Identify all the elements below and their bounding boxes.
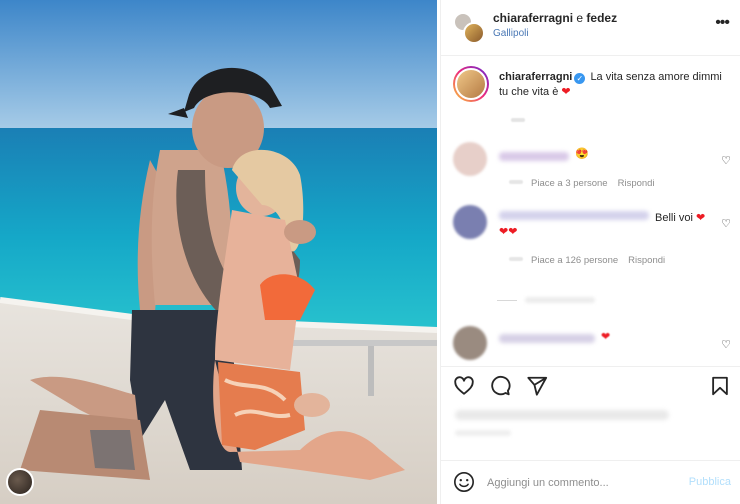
comment-meta: Piace a 3 persone Rispondi bbox=[509, 178, 655, 189]
comment-username-blurred[interactable] bbox=[499, 211, 649, 220]
post-side-panel: chiaraferragni e fedez Gallipoli ••• chi… bbox=[440, 0, 740, 504]
comment-like-heart-icon[interactable]: ♡ bbox=[721, 338, 731, 351]
post-actions bbox=[441, 366, 740, 400]
post-header: chiaraferragni e fedez Gallipoli ••• bbox=[441, 0, 740, 56]
comment-likes[interactable]: Piace a 3 persone bbox=[531, 178, 608, 189]
caption-username[interactable]: chiaraferragni bbox=[499, 71, 572, 83]
author-link[interactable]: chiaraferragni bbox=[493, 11, 573, 25]
couple-on-boat-photo bbox=[0, 0, 437, 504]
caption-text: chiaraferragni ✓ La vita senza amore dimm… bbox=[499, 70, 729, 100]
collab-avatars[interactable] bbox=[453, 12, 485, 44]
location-link[interactable]: Gallipoli bbox=[493, 28, 529, 39]
comment-username-blurred[interactable] bbox=[499, 152, 569, 161]
paper-plane-icon[interactable] bbox=[526, 375, 548, 397]
add-comment-bar: Pubblica bbox=[441, 460, 740, 504]
comment-meta: Piace a 126 persone Rispondi bbox=[509, 255, 665, 266]
comment-likes[interactable]: Piace a 126 persone bbox=[531, 255, 618, 266]
more-horizontal-icon[interactable]: ••• bbox=[715, 14, 730, 32]
comment-avatar[interactable] bbox=[453, 326, 487, 360]
reply-link[interactable]: Rispondi bbox=[618, 178, 655, 189]
comment-bubble-icon[interactable] bbox=[489, 375, 511, 397]
comment-avatar[interactable] bbox=[453, 205, 487, 239]
heart-icon[interactable] bbox=[453, 375, 475, 397]
bookmark-icon[interactable] bbox=[709, 375, 731, 397]
header-authors: chiaraferragni e fedez bbox=[493, 11, 617, 25]
comment-hearts: ❤❤ bbox=[499, 226, 518, 238]
verified-badge-icon: ✓ bbox=[574, 73, 586, 84]
comment-username-blurred[interactable] bbox=[499, 334, 595, 343]
comment-like-heart-icon[interactable]: ♡ bbox=[721, 154, 731, 167]
caption-heart-emoji: ❤ bbox=[561, 86, 571, 98]
post-photo[interactable] bbox=[0, 0, 437, 504]
comment-like-heart-icon[interactable]: ♡ bbox=[721, 217, 731, 230]
publish-button[interactable]: Pubblica bbox=[689, 476, 731, 488]
comment-text: Belli voi ❤ bbox=[655, 212, 706, 224]
comment-avatar[interactable] bbox=[453, 142, 487, 176]
coauthor-link[interactable]: fedez bbox=[586, 11, 617, 25]
caption-avatar[interactable] bbox=[453, 66, 489, 102]
comment-emoji: ❤ bbox=[601, 331, 611, 343]
authors-separator: e bbox=[576, 11, 584, 25]
post-date-blurred bbox=[455, 430, 511, 436]
comment-emoji: 😍 bbox=[575, 148, 589, 160]
comment-input[interactable] bbox=[487, 471, 673, 495]
tagged-user-avatar[interactable] bbox=[6, 468, 34, 496]
caption-timestamp bbox=[511, 118, 525, 122]
smiley-icon[interactable] bbox=[453, 471, 475, 493]
avatar bbox=[463, 22, 485, 44]
view-replies[interactable] bbox=[497, 297, 617, 303]
reply-link[interactable]: Rispondi bbox=[628, 255, 665, 266]
likes-summary-blurred[interactable] bbox=[455, 410, 669, 420]
